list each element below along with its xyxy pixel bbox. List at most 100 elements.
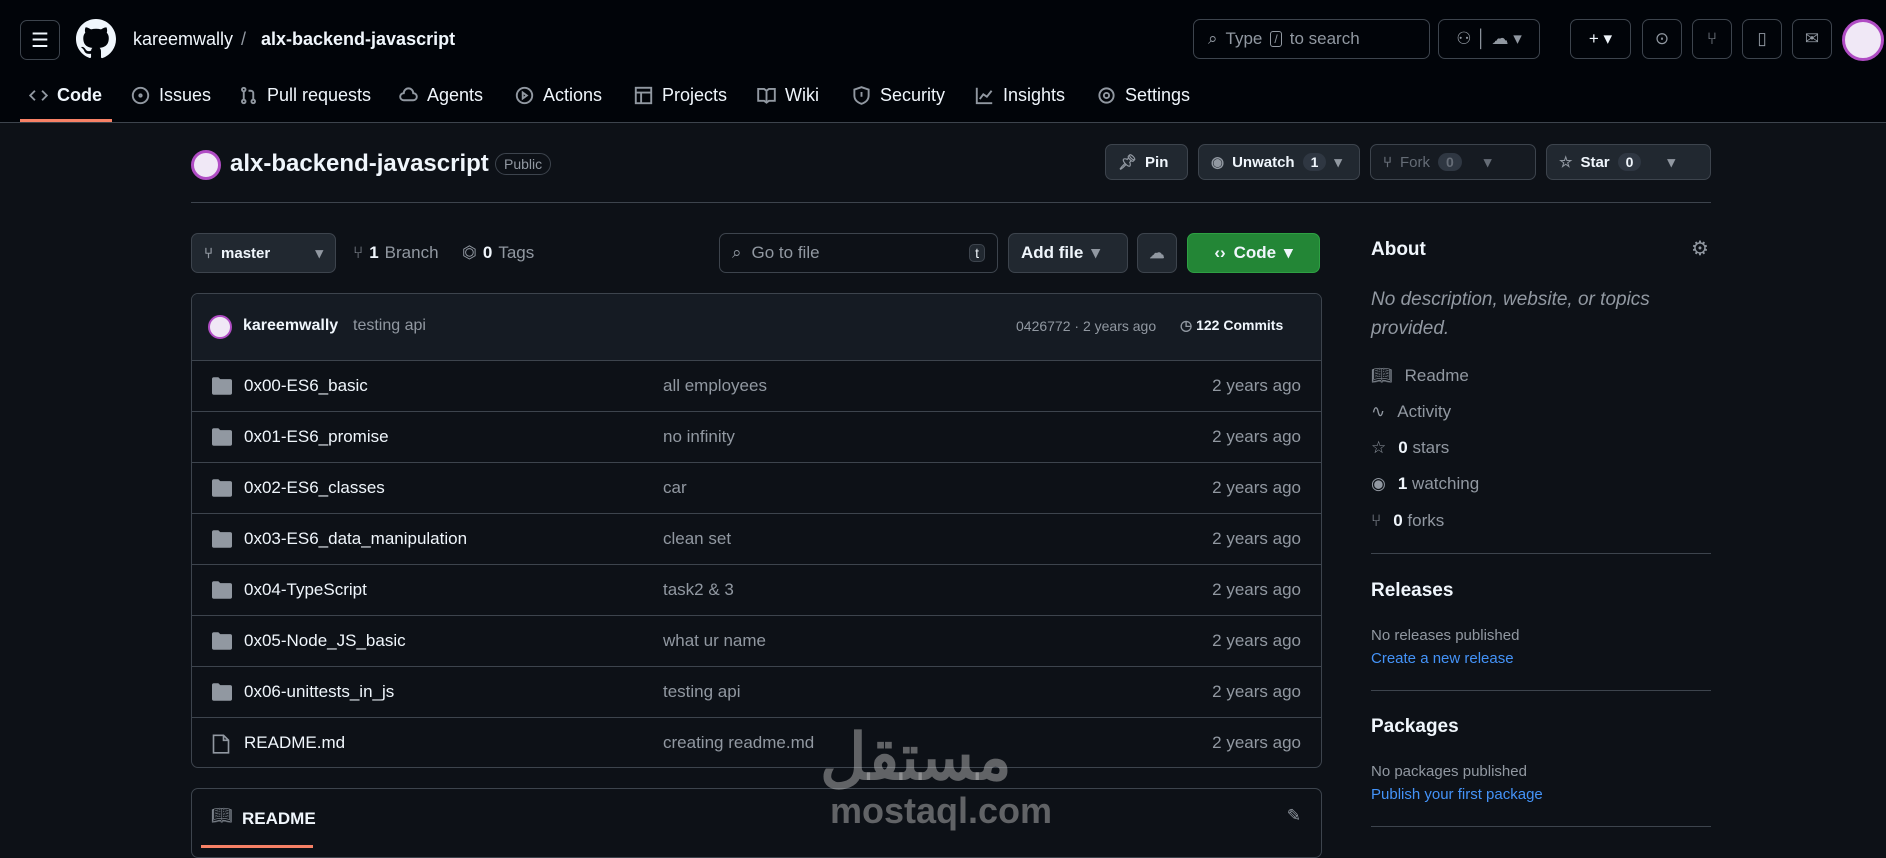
file-row[interactable]: 0x05-Node_JS_basic what ur name 2 years ag… (192, 615, 1321, 666)
tab-wiki[interactable]: Wiki (757, 80, 819, 110)
pin-button[interactable]: 📌︎ Pin (1105, 144, 1188, 180)
branches-link[interactable]: ⑂ 1 Branch (353, 243, 439, 263)
github-logo-icon[interactable] (76, 19, 116, 59)
folder-icon (212, 632, 232, 650)
folder-icon (212, 683, 232, 701)
file-name[interactable]: 0x01-ES6_promise (244, 427, 389, 447)
releases-heading[interactable]: Releases (1371, 580, 1453, 602)
file-name[interactable]: 0x03-ES6_data_manipulation (244, 529, 467, 549)
fork-button[interactable]: ⑂ Fork 0 ▾ (1370, 144, 1536, 180)
plus-icon: + ▾ (1588, 29, 1613, 48)
file-commit-message[interactable]: clean set (663, 529, 731, 549)
create-release-link[interactable]: Create a new release (1371, 650, 1514, 667)
user-avatar[interactable] (1842, 19, 1884, 61)
add-file-button[interactable]: Add file ▾ (1008, 233, 1128, 273)
inbox-button[interactable]: ✉ (1792, 19, 1832, 59)
file-commit-message[interactable]: what ur name (663, 631, 766, 651)
file-commit-message[interactable]: no infinity (663, 427, 735, 447)
file-name[interactable]: 0x02-ES6_classes (244, 478, 385, 498)
pull-requests-button[interactable]: ⑂ (1692, 19, 1732, 59)
watching-link[interactable]: ◉ 1 watching (1371, 474, 1479, 494)
stars-link[interactable]: ☆ 0 stars (1371, 438, 1449, 458)
hamburger-icon: ☰ (31, 29, 49, 52)
chevron-down-icon: ▾ (1483, 154, 1492, 171)
file-name[interactable]: 0x00-ES6_basic (244, 376, 368, 396)
commits-link[interactable]: ◷ 122 Commits (1180, 317, 1283, 334)
divider (1371, 690, 1711, 691)
file-name[interactable]: 0x06-unittests_in_js (244, 682, 394, 702)
file-name[interactable]: 0x05-Node_JS_basic (244, 631, 406, 651)
breadcrumb-owner[interactable]: kareemwally (133, 29, 233, 50)
tab-security[interactable]: Security (852, 80, 945, 110)
file-commit-message[interactable]: car (663, 478, 687, 498)
file-name[interactable]: 0x04-TypeScript (244, 580, 367, 600)
file-row[interactable]: README.md creating readme.md 2 years ago (192, 717, 1321, 767)
file-commit-message[interactable]: task2 & 3 (663, 580, 734, 600)
file-row[interactable]: 0x01-ES6_promise no infinity 2 years ago (192, 411, 1321, 462)
issue-icon: ⊙ (1654, 29, 1670, 48)
book-icon: 📖︎ (211, 806, 233, 825)
gear-icon[interactable]: ⚙ (1691, 236, 1709, 261)
pin-icon: 📌︎ (1118, 154, 1138, 171)
search-shortcut-key: / (1270, 31, 1282, 47)
tab-settings[interactable]: Settings (1097, 80, 1190, 110)
commit-hash-time[interactable]: 0426772 · 2 years ago (1016, 318, 1156, 334)
tab-pull-requests[interactable]: Pull requests (239, 80, 371, 110)
file-commit-message[interactable]: all employees (663, 376, 767, 396)
file-row[interactable]: 0x02-ES6_classes car 2 years ago (192, 462, 1321, 513)
readme-link[interactable]: 📖︎ Readme (1371, 366, 1469, 386)
go-to-file-input[interactable]: ⌕ Go to file t (719, 233, 998, 273)
divider (1371, 826, 1711, 827)
gear-icon (1098, 86, 1115, 104)
unwatch-button[interactable]: ◉ Unwatch 1 ▾ (1198, 144, 1360, 180)
tags-link[interactable]: ⏣ 0 Tags (462, 243, 534, 263)
pencil-icon[interactable]: ✎ (1287, 806, 1301, 826)
code-icon: ‹› (1214, 243, 1226, 262)
file-commit-time: 2 years ago (1212, 427, 1301, 446)
file-commit-time: 2 years ago (1212, 376, 1301, 395)
codespaces-button[interactable]: ☁ (1137, 233, 1177, 273)
menu-button[interactable]: ☰ (20, 20, 60, 60)
file-row[interactable]: 0x06-unittests_in_js testing api 2 years a… (192, 666, 1321, 717)
pull-request-icon (241, 86, 256, 104)
commit-author[interactable]: kareemwally (243, 317, 338, 335)
branch-selector[interactable]: ⑂ master ▾ (191, 233, 336, 273)
tab-agents[interactable]: Agents (399, 80, 483, 110)
readme-tab[interactable]: README (242, 809, 316, 829)
code-button[interactable]: ‹› Code ▾ (1187, 233, 1320, 273)
tab-projects[interactable]: Projects (634, 80, 727, 110)
global-search-input[interactable]: ⌕ Type / to search (1193, 19, 1430, 59)
repositories-button[interactable]: ▯ (1742, 19, 1782, 59)
file-name[interactable]: README.md (244, 733, 345, 753)
create-new-button[interactable]: + ▾ (1570, 19, 1631, 59)
packages-heading[interactable]: Packages (1371, 716, 1459, 738)
file-row[interactable]: 0x03-ES6_data_manipulation clean set 2 yea… (192, 513, 1321, 564)
file-row[interactable]: 0x00-ES6_basic all employees 2 years ago (192, 360, 1321, 411)
repo-title[interactable]: alx-backend-javascript (230, 150, 489, 178)
search-icon: ⌕ (1208, 29, 1218, 48)
file-icon (212, 734, 230, 754)
tab-code[interactable]: Code (29, 80, 102, 110)
file-commit-message[interactable]: testing api (663, 682, 741, 702)
chevron-down-icon: ▾ (1334, 154, 1342, 171)
breadcrumb-repo[interactable]: alx-backend-javascript (261, 29, 455, 50)
file-commit-message[interactable]: creating readme.md (663, 733, 814, 753)
issue-icon (131, 86, 150, 104)
commit-message[interactable]: testing api (353, 317, 426, 335)
forks-link[interactable]: ⑂ 0 forks (1371, 511, 1444, 531)
file-commit-time: 2 years ago (1212, 733, 1301, 752)
copilot-button[interactable]: ⚇ │ ☁ ▾ (1438, 19, 1540, 59)
activity-link[interactable]: ∿ Activity (1371, 402, 1451, 422)
tab-issues[interactable]: Issues (131, 80, 211, 110)
chevron-down-icon: ▾ (1284, 243, 1293, 262)
tab-insights[interactable]: Insights (975, 80, 1065, 110)
tab-actions[interactable]: Actions (515, 80, 602, 110)
history-icon: ◷ (1180, 317, 1197, 333)
readme-panel: 📖︎ README ✎ (191, 788, 1322, 858)
pulse-icon: ∿ (1371, 402, 1386, 421)
eye-icon: ◉ (1371, 474, 1386, 493)
publish-package-link[interactable]: Publish your first package (1371, 786, 1543, 803)
file-row[interactable]: 0x04-TypeScript task2 & 3 2 years ago (192, 564, 1321, 615)
issues-button[interactable]: ⊙ (1642, 19, 1682, 59)
star-button[interactable]: ☆ Star 0 ▾ (1546, 144, 1711, 180)
